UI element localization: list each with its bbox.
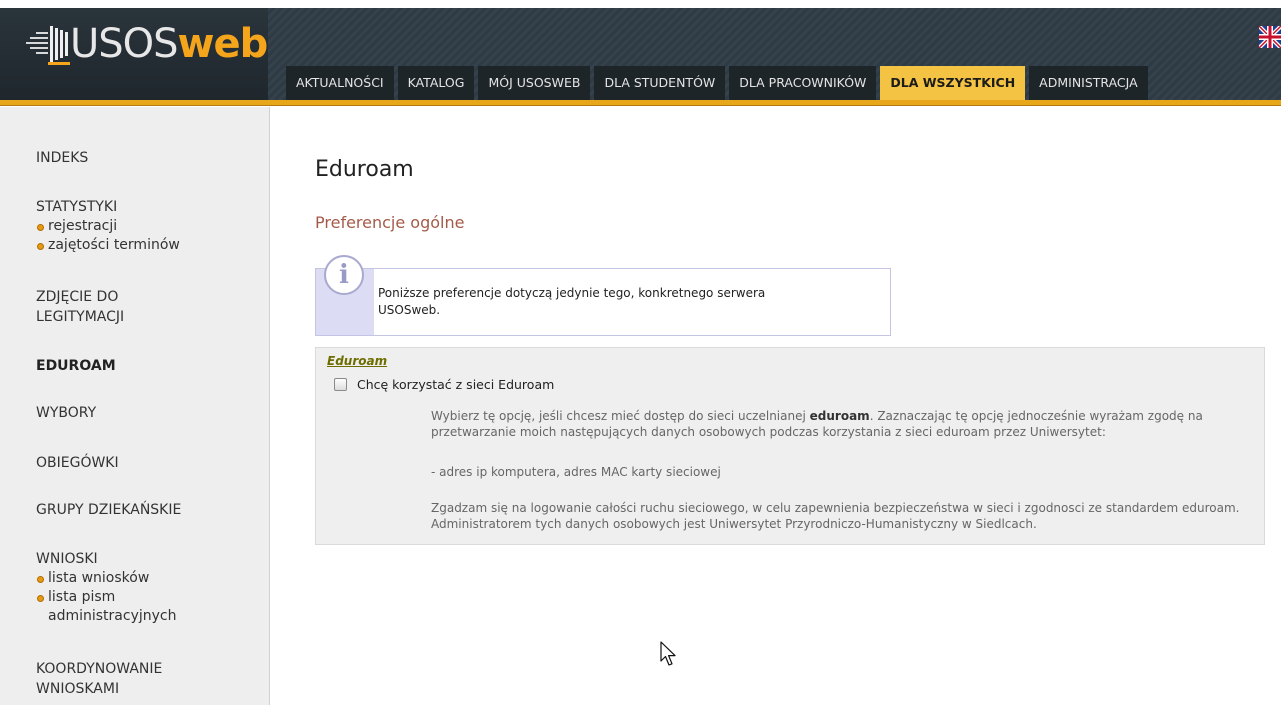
sidebar-item-statystyki[interactable]: STATYSTYKI xyxy=(36,197,180,217)
eduroam-checkbox-label[interactable]: Chcę korzystać z sieci Eduroam xyxy=(357,377,554,392)
sidebar-subitem-lista-pism-cont[interactable]: administracyjnych xyxy=(36,607,176,626)
eduroam-description-paragraph-3: Zgadzam się na logowanie całości ruchu s… xyxy=(431,501,1240,531)
sidebar-item-label: OBIEGÓWKI xyxy=(36,455,119,471)
sidebar-subitem-label: lista wniosków xyxy=(48,570,150,586)
header: USOSweb AKTUALNOŚCI KATALOG MÓJ USOSWEB … xyxy=(0,8,1281,100)
main-tabs: AKTUALNOŚCI KATALOG MÓJ USOSWEB DLA STUD… xyxy=(286,66,1152,100)
sidebar-item-label: INDEKS xyxy=(36,150,89,166)
book-logo-icon xyxy=(24,22,70,66)
sidebar-item-obiegowki[interactable]: OBIEGÓWKI xyxy=(36,453,119,473)
tab-moj-usosweb[interactable]: MÓJ USOSWEB xyxy=(478,66,591,100)
sidebar-item-zdjecie[interactable]: ZDJĘCIE DO LEGITYMACJI xyxy=(36,287,124,327)
tab-dla-pracownikow[interactable]: DLA PRACOWNIKÓW xyxy=(729,66,877,100)
bullet-icon xyxy=(37,576,44,583)
main-content: Eduroam Preferencje ogólne i Poniższe pr… xyxy=(315,107,1265,705)
sidebar-item-koordynowanie[interactable]: KOORDYNOWANIE WNIOSKAMI xyxy=(36,659,162,699)
sidebar-item-label-line1: KOORDYNOWANIE xyxy=(36,661,163,677)
sidebar-subitem-label: rejestracji xyxy=(48,218,118,234)
sidebar-item-label: GRUPY DZIEKAŃSKIE xyxy=(36,502,182,518)
section-title: Preferencje ogólne xyxy=(315,213,465,232)
uk-flag-icon[interactable] xyxy=(1257,24,1281,50)
sidebar-subitem-rejestracji[interactable]: rejestracji xyxy=(36,217,180,236)
usosweb-logo[interactable]: USOSweb xyxy=(24,21,269,67)
sidebar-item-label: WYBORY xyxy=(36,405,97,421)
description-bold: eduroam xyxy=(809,409,870,423)
sidebar-item-wnioski[interactable]: WNIOSKI xyxy=(36,549,176,569)
info-box: i Poniższe preferencje dotyczą jedynie t… xyxy=(315,255,891,336)
tab-dla-wszystkich[interactable]: DLA WSZYSTKICH xyxy=(880,66,1026,100)
sidebar-subitem-label: zajętości terminów xyxy=(48,237,180,253)
mouse-cursor-icon xyxy=(660,641,678,667)
tab-katalog[interactable]: KATALOG xyxy=(397,66,475,100)
header-divider xyxy=(0,100,1281,106)
sidebar-item-label-line2: LEGITYMACJI xyxy=(36,309,125,325)
info-text: Poniższe preferencje dotyczą jedynie teg… xyxy=(378,286,766,317)
sidebar-subitem-label: lista pism xyxy=(48,589,116,605)
preferences-panel: Eduroam Chcę korzystać z sieci Eduroam W… xyxy=(315,347,1265,545)
preferences-legend[interactable]: Eduroam xyxy=(327,354,387,368)
tab-dla-studentow[interactable]: DLA STUDENTÓW xyxy=(594,66,726,100)
logo-area[interactable]: USOSweb xyxy=(0,8,268,100)
logo-text-web: web xyxy=(177,21,269,67)
bullet-icon xyxy=(37,595,44,602)
sidebar-item-label: EDUROAM xyxy=(36,358,116,374)
sidebar-subitem-label: administracyjnych xyxy=(48,608,177,624)
description-text: Wybierz tę opcję, jeśli chcesz mieć dost… xyxy=(431,409,810,423)
tab-aktualnosci[interactable]: AKTUALNOŚCI xyxy=(286,66,394,100)
eduroam-description-paragraph-1: Wybierz tę opcję, jeśli chcesz mieć dost… xyxy=(431,408,1251,440)
top-strip xyxy=(0,0,1281,8)
sidebar-item-eduroam[interactable]: EDUROAM xyxy=(36,356,116,376)
sidebar-section-wnioski: WNIOSKI lista wniosków lista pism admini… xyxy=(36,549,176,626)
sidebar-item-label-line2: WNIOSKAMI xyxy=(36,681,120,697)
sidebar-section-statystyki: STATYSTYKI rejestracji zajętości terminó… xyxy=(36,197,180,255)
sidebar-subitem-lista-pism[interactable]: lista pism xyxy=(36,588,176,607)
info-icon: i xyxy=(324,255,364,295)
tab-administracja[interactable]: ADMINISTRACJA xyxy=(1029,66,1148,100)
sidebar: INDEKS STATYSTYKI rejestracji zajętości … xyxy=(0,107,270,705)
logo-text-usos: USOS xyxy=(70,21,179,67)
sidebar-item-label-line1: ZDJĘCIE DO xyxy=(36,289,119,305)
sidebar-item-indeks[interactable]: INDEKS xyxy=(36,148,88,168)
sidebar-subitem-zajetosci[interactable]: zajętości terminów xyxy=(36,236,180,255)
sidebar-subitem-lista-wnioskow[interactable]: lista wniosków xyxy=(36,569,176,588)
eduroam-checkbox[interactable] xyxy=(334,378,347,391)
bullet-icon xyxy=(37,224,44,231)
sidebar-item-grupy-dziekanskie[interactable]: GRUPY DZIEKAŃSKIE xyxy=(36,500,181,520)
page-title: Eduroam xyxy=(315,157,414,182)
sidebar-item-wybory[interactable]: WYBORY xyxy=(36,403,96,423)
eduroam-description-paragraph-2: - adres ip komputera, adres MAC karty si… xyxy=(431,465,721,479)
bullet-icon xyxy=(37,243,44,250)
eduroam-checkbox-row[interactable]: Chcę korzystać z sieci Eduroam xyxy=(334,377,554,392)
